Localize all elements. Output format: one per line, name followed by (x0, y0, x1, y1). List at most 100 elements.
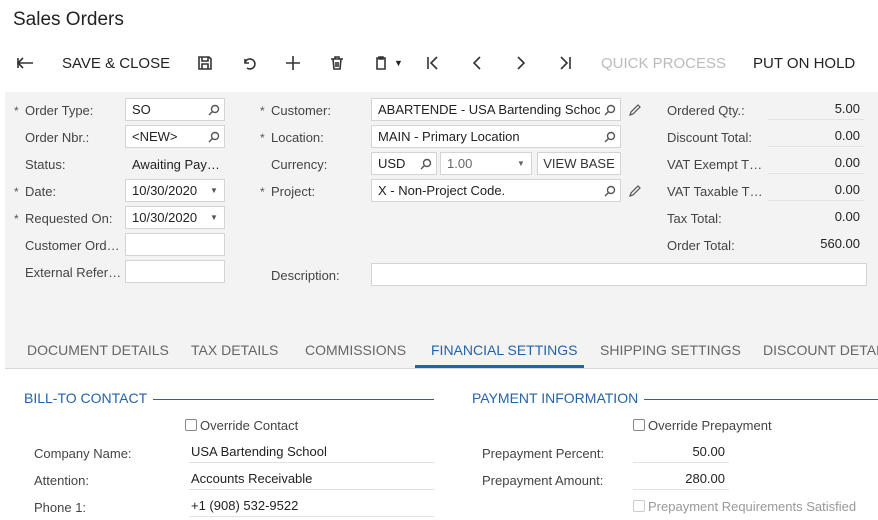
chevron-down-icon[interactable]: ▼ (204, 186, 224, 195)
quick-process-button[interactable]: QUICK PROCESS (601, 50, 726, 76)
attention-field[interactable]: Accounts Receivable (189, 468, 434, 490)
location-label: Location: (271, 130, 324, 145)
customer-value: ABARTENDE - USA Bartending Schoo (378, 102, 600, 117)
vat-exempt-label: VAT Exempt T… (667, 157, 762, 172)
save-button[interactable] (194, 50, 216, 76)
chevron-down-icon: ▼ (394, 58, 403, 68)
search-icon[interactable] (204, 104, 224, 116)
project-field[interactable]: X - Non-Project Code. (371, 179, 621, 202)
tab-document-details[interactable]: DOCUMENT DETAILS (27, 342, 169, 358)
location-value: MAIN - Primary Location (378, 129, 520, 144)
order-total-value: 560.00 (820, 236, 860, 251)
chevron-down-icon[interactable]: ▼ (204, 213, 224, 222)
description-field[interactable] (371, 263, 867, 286)
chevron-left-icon (466, 50, 488, 76)
phone1-field[interactable]: +1 (908) 532-9522 (189, 495, 434, 517)
prepay-percent-field[interactable]: 50.00 (633, 441, 729, 463)
ordered-qty-label: Ordered Qty.: (667, 103, 745, 118)
tab-shipping-settings[interactable]: SHIPPING SETTINGS (600, 342, 741, 358)
save-close-button[interactable]: SAVE & CLOSE (62, 50, 170, 76)
order-type-label: Order Type: (25, 103, 94, 118)
add-button[interactable] (282, 50, 304, 76)
tab-commissions[interactable]: COMMISSIONS (305, 342, 406, 358)
customer-ord-field[interactable] (125, 233, 225, 256)
override-prepayment-label: Override Prepayment (648, 418, 772, 433)
currency-label: Currency: (271, 157, 328, 172)
copy-paste-menu-button[interactable]: ▼ (370, 50, 403, 76)
required-marker: * (260, 131, 265, 145)
tab-discount-details[interactable]: DISCOUNT DETAIL (763, 342, 878, 358)
required-marker: * (260, 104, 265, 118)
attention-label: Attention: (34, 473, 89, 488)
project-label: Project: (271, 184, 316, 199)
required-marker: * (14, 185, 19, 199)
currency-rate-value: 1.00 (447, 156, 473, 171)
page-title: Sales Orders (13, 9, 124, 30)
chevron-right-icon (510, 50, 532, 76)
next-record-button[interactable] (510, 50, 532, 76)
plus-icon (282, 50, 304, 76)
override-contact-checkbox[interactable] (185, 419, 197, 431)
vat-taxable-value: 0.00 (768, 179, 864, 201)
project-value: X - Non-Project Code. (378, 183, 506, 198)
customer-field[interactable]: ABARTENDE - USA Bartending Schoo (371, 98, 621, 121)
search-icon[interactable] (204, 131, 224, 143)
discount-total-label: Discount Total: (667, 130, 753, 145)
tab-tax-details[interactable]: TAX DETAILS (191, 342, 278, 358)
required-marker: * (14, 104, 19, 118)
date-value: 10/30/2020 (132, 183, 198, 198)
order-nbr-label: Order Nbr.: (25, 130, 90, 145)
search-icon[interactable] (600, 131, 620, 143)
undo-button[interactable] (238, 50, 260, 76)
external-ref-field[interactable] (125, 260, 225, 283)
location-field[interactable]: MAIN - Primary Location (371, 125, 621, 148)
override-prepayment-checkbox[interactable] (633, 419, 645, 431)
back-arrow-icon (14, 50, 36, 76)
requested-on-label: Requested On: (25, 211, 113, 226)
chevron-down-icon: ▼ (517, 159, 525, 168)
put-on-hold-button[interactable]: PUT ON HOLD (753, 50, 855, 76)
delete-button[interactable] (326, 50, 348, 76)
undo-icon (238, 50, 260, 76)
order-type-value: SO (132, 102, 151, 117)
tab-financial-settings[interactable]: FINANCIAL SETTINGS (431, 342, 578, 358)
search-icon[interactable] (416, 158, 436, 170)
override-contact-label: Override Contact (200, 418, 299, 433)
order-type-field[interactable]: SO (125, 98, 225, 121)
pencil-icon (629, 185, 641, 197)
currency-value: USD (378, 156, 406, 171)
description-label: Description: (271, 268, 340, 283)
bill-to-section-title: BILL-TO CONTACT (24, 390, 154, 406)
company-name-field[interactable]: USA Bartending School (189, 441, 434, 463)
first-icon (422, 50, 444, 76)
first-record-button[interactable] (422, 50, 444, 76)
currency-rate-select[interactable]: 1.00 ▼ (440, 152, 532, 175)
search-icon[interactable] (600, 104, 620, 116)
search-icon[interactable] (600, 185, 620, 197)
last-record-button[interactable] (554, 50, 576, 76)
back-button[interactable] (14, 50, 36, 76)
required-marker: * (260, 185, 265, 199)
tax-total-value: 0.00 (834, 209, 860, 224)
date-label: Date: (25, 184, 57, 199)
customer-ord-label: Customer Ord… (25, 238, 120, 253)
edit-customer-button[interactable] (628, 103, 642, 120)
currency-field[interactable]: USD (371, 152, 437, 175)
required-marker: * (14, 212, 19, 226)
view-base-button[interactable]: VIEW BASE (537, 152, 621, 175)
company-name-label: Company Name: (34, 446, 132, 461)
prepayment-satisfied-checkbox (633, 500, 645, 512)
prepay-amount-field[interactable]: 280.00 (633, 468, 729, 490)
last-icon (554, 50, 576, 76)
order-nbr-field[interactable]: <NEW> (125, 125, 225, 148)
previous-record-button[interactable] (466, 50, 488, 76)
edit-project-button[interactable] (628, 184, 642, 201)
requested-on-field[interactable]: 10/30/2020 ▼ (125, 206, 225, 229)
date-field[interactable]: 10/30/2020 ▼ (125, 179, 225, 202)
order-nbr-value: <NEW> (132, 129, 178, 144)
save-icon (194, 50, 216, 76)
phone1-label: Phone 1: (34, 500, 87, 515)
pencil-icon (629, 104, 641, 116)
prepay-percent-label: Prepayment Percent: (482, 446, 605, 461)
status-label: Status: (25, 157, 66, 172)
